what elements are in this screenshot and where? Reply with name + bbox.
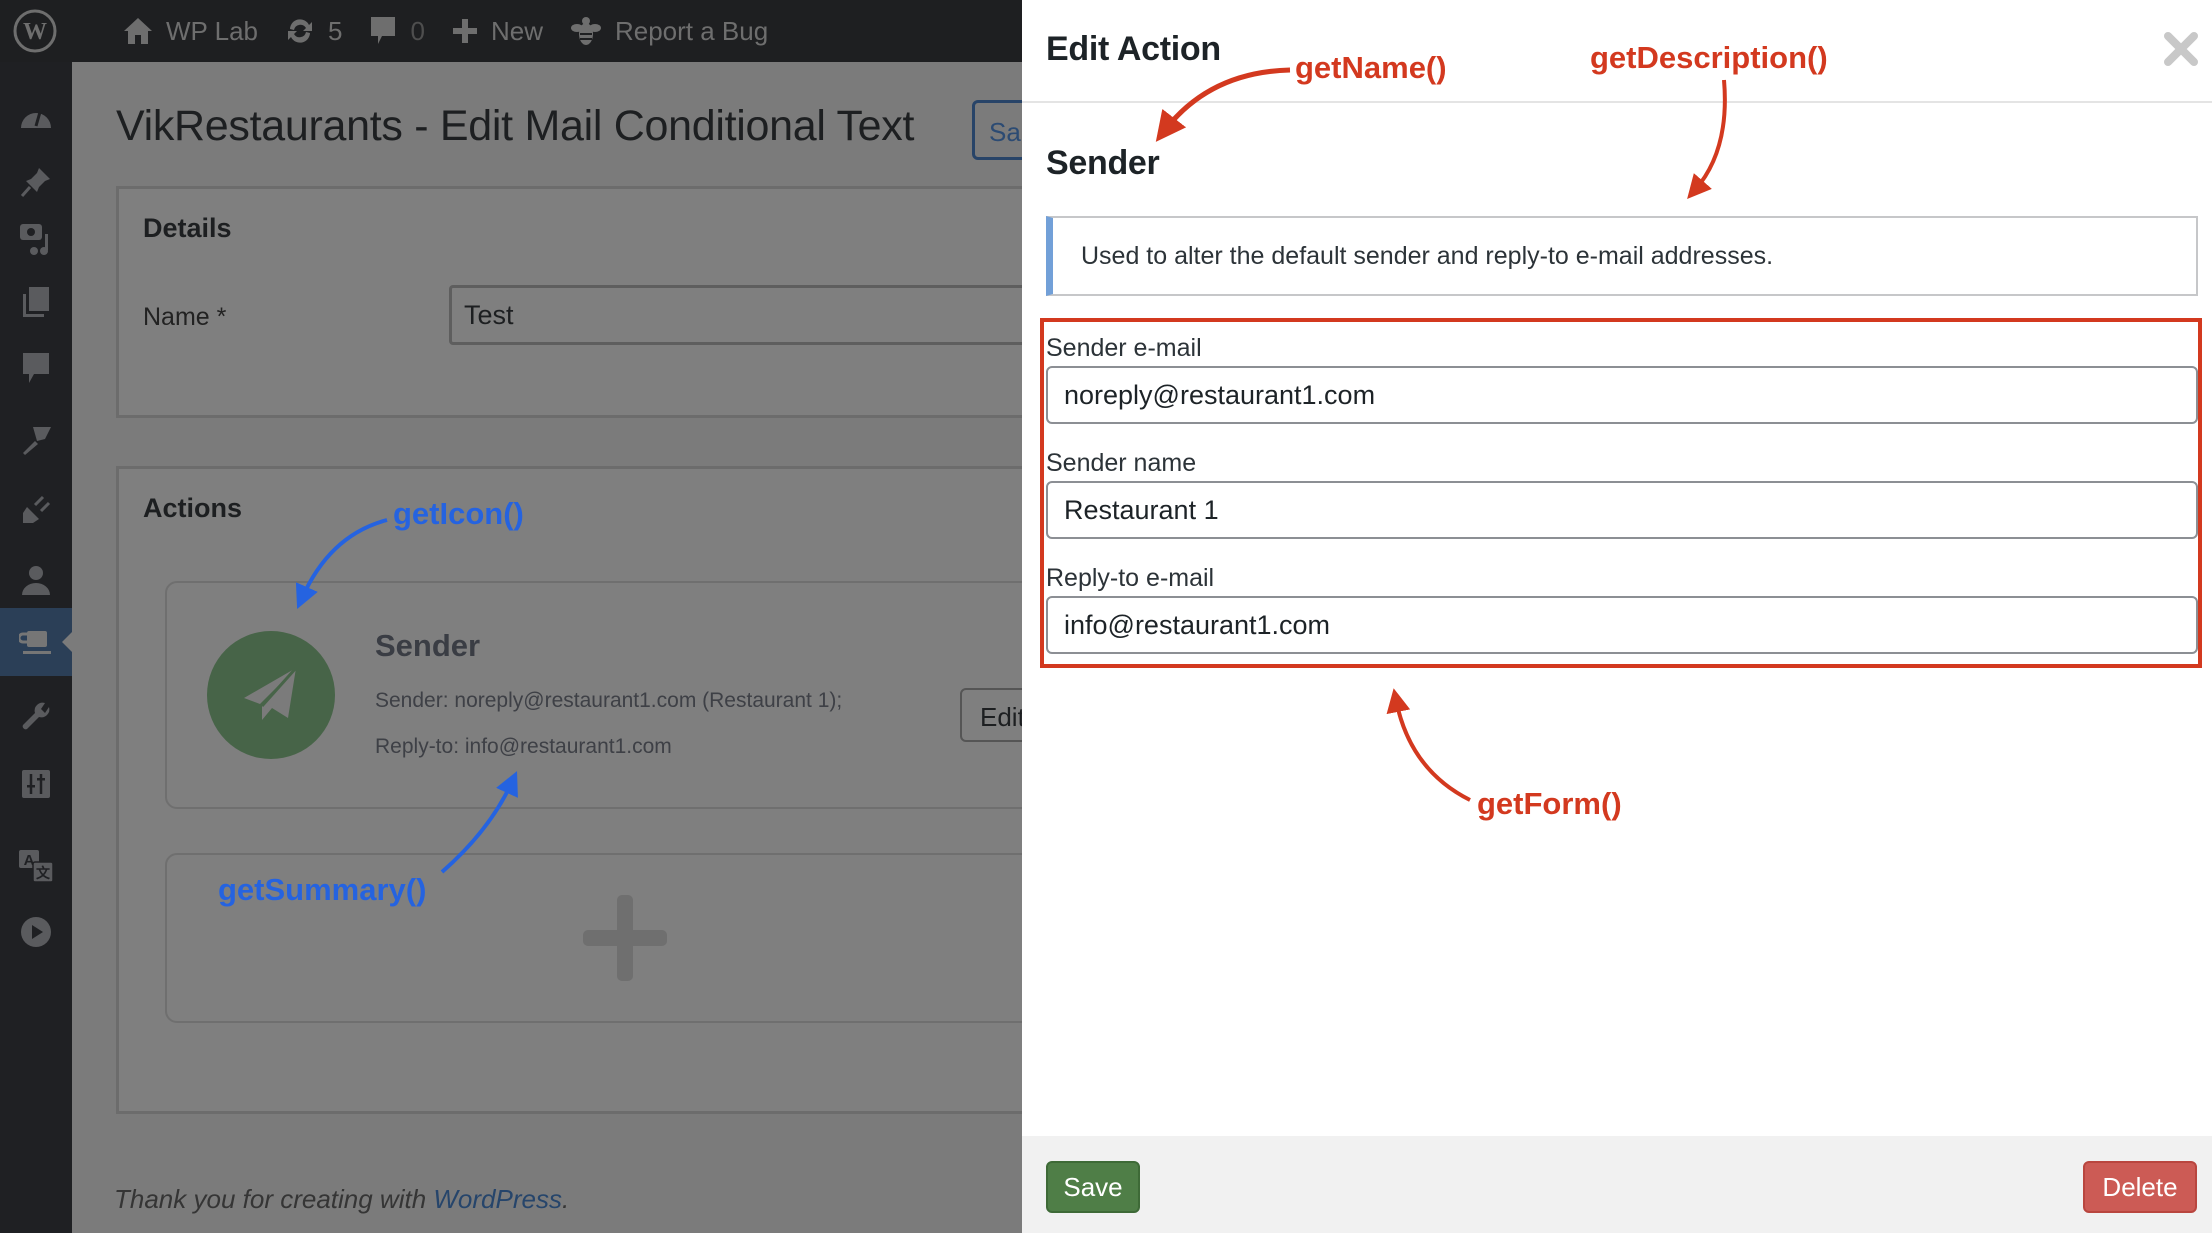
actions-title: Actions <box>143 493 243 523</box>
paper-plane-icon <box>244 666 298 720</box>
panel-delete-button[interactable]: Delete <box>2083 1161 2197 1213</box>
close-icon[interactable] <box>2162 30 2200 68</box>
sidebar-item-translations[interactable]: A 文 <box>0 838 72 894</box>
bug-bee-icon <box>570 17 601 45</box>
new-label: New <box>490 15 543 46</box>
home-icon <box>124 18 152 44</box>
wordpress-logo-icon: W <box>13 9 57 53</box>
comments-icon <box>23 353 49 383</box>
coffee-cup-icon <box>19 631 51 654</box>
play-icon <box>21 917 51 947</box>
action-description: Used to alter the default sender and rep… <box>1081 242 1774 270</box>
report-bug-link[interactable]: Report a Bug <box>569 0 768 62</box>
svg-text:W: W <box>23 19 47 45</box>
sidebar-item-vikrestaurants[interactable] <box>0 608 72 676</box>
plus-icon <box>452 19 477 43</box>
updates-link[interactable]: 5 <box>284 0 342 62</box>
svg-text:文: 文 <box>36 865 51 882</box>
footer-prefix: Thank you for creating with <box>114 1184 434 1214</box>
footer-suffix: . <box>561 1184 570 1214</box>
sender-email-label: Sender e-mail <box>1046 334 1202 362</box>
panel-title: Edit Action <box>1046 30 1221 68</box>
sidebar-item-dashboard[interactable] <box>0 89 72 145</box>
pin-icon <box>20 168 50 197</box>
report-bug-label: Report a Bug <box>614 15 769 46</box>
dashboard-icon <box>21 111 51 128</box>
get-icon-annotation: getIcon() <box>393 496 524 531</box>
edit-action-panel: Edit Action Sender Used to alter the def… <box>1022 0 2212 1233</box>
translate-icon: A 文 <box>19 850 54 883</box>
footer-credit: Thank you for creating with WordPress. <box>114 1184 569 1215</box>
sidebar-item-settings[interactable] <box>0 756 72 812</box>
wordpress-link[interactable]: WordPress <box>433 1184 562 1214</box>
sender-email-input[interactable] <box>1046 366 2198 424</box>
action-card[interactable]: Sender Sender: noreply@restaurant1.com (… <box>165 581 1065 809</box>
sender-name-input[interactable] <box>1046 481 2198 539</box>
site-name-link[interactable]: WP Lab <box>122 0 258 62</box>
main-content: VikRestaurants - Edit Mail Conditional T… <box>72 62 1089 1233</box>
comments-count: 0 <box>410 15 425 46</box>
site-name: WP Lab <box>166 15 259 46</box>
actions-box: Actions Sender Sender: noreply@restauran… <box>116 466 1065 1114</box>
details-title: Details <box>143 213 232 243</box>
get-form-annotation: getForm() <box>1477 786 1622 821</box>
panel-footer: Save Delete <box>1022 1136 2212 1233</box>
sidebar-item-tools[interactable] <box>0 690 72 746</box>
action-name: Sender <box>375 628 481 663</box>
pages-icon <box>23 287 49 317</box>
users-icon <box>22 566 50 595</box>
admin-bar: W WP Lab 5 0 New Report a Bug <box>0 0 1022 62</box>
sidebar-item-plugins[interactable] <box>0 482 72 538</box>
get-summary-annotation: getSummary() <box>218 872 427 907</box>
updates-icon <box>288 19 313 43</box>
action-title: Sender <box>1046 144 1160 182</box>
details-box: Details Name * <box>116 186 1089 418</box>
sidebar-item-media-player[interactable] <box>0 904 72 960</box>
sidebar-item-media[interactable] <box>0 210 72 266</box>
reply-to-email-input[interactable] <box>1046 596 2198 654</box>
sidebar-item-comments[interactable] <box>0 340 72 396</box>
name-input[interactable] <box>449 285 1089 345</box>
comments-link[interactable]: 0 <box>368 0 425 62</box>
action-summary-reply-to: Reply-to: info@restaurant1.com <box>375 735 672 758</box>
screen: W WP Lab 5 0 New Report a Bug A 文 VikRes… <box>0 0 2212 1233</box>
name-label: Name * <box>143 303 227 331</box>
sidebar-item-posts[interactable] <box>0 154 72 210</box>
sidebar-item-pages[interactable] <box>0 274 72 330</box>
sidebar-item-appearance[interactable] <box>0 412 72 468</box>
add-plus-icon <box>583 895 667 981</box>
sender-name-label: Sender name <box>1046 449 1197 477</box>
media-icon <box>20 224 48 255</box>
reply-to-email-label: Reply-to e-mail <box>1046 564 1215 592</box>
tools-wrench-icon <box>22 702 50 730</box>
comment-bubble-icon <box>371 17 396 44</box>
action-icon-circle <box>207 631 335 759</box>
action-description-box: Used to alter the default sender and rep… <box>1046 216 2198 296</box>
new-content-link[interactable]: New <box>451 0 543 62</box>
updates-count: 5 <box>328 15 343 46</box>
page-title: VikRestaurants - Edit Mail Conditional T… <box>116 102 915 150</box>
panel-save-button[interactable]: Save <box>1046 1161 1140 1213</box>
admin-sidebar: A 文 <box>0 62 72 1233</box>
get-name-annotation: getName() <box>1295 50 1447 85</box>
sidebar-item-users[interactable] <box>0 552 72 608</box>
get-description-annotation: getDescription() <box>1590 40 1828 75</box>
settings-sliders-icon <box>22 770 50 798</box>
plugins-icon <box>23 495 51 523</box>
action-summary-sender: Sender: noreply@restaurant1.com (Restaur… <box>375 689 843 712</box>
wordpress-logo-button[interactable]: W <box>0 0 96 62</box>
appearance-brush-icon <box>23 427 51 455</box>
